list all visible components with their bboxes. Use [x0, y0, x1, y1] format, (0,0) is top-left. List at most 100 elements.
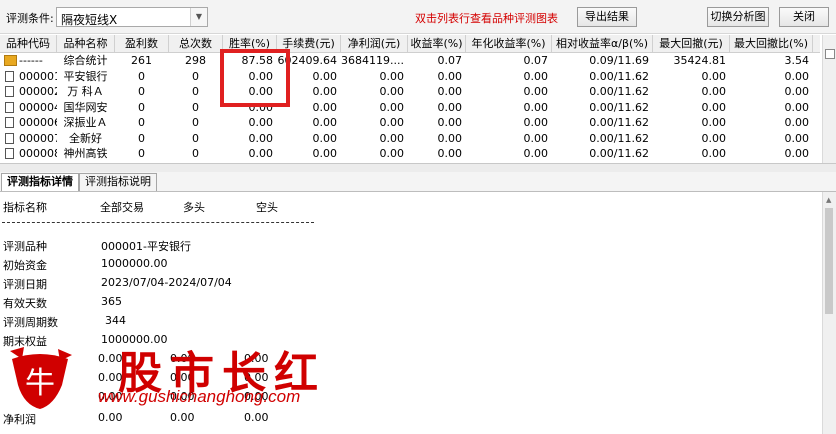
detail-value: 1000000.00 — [101, 257, 168, 270]
cell-relative-return: 0.00/11.62 — [589, 131, 649, 145]
header-return[interactable]: 收益率(%) — [408, 35, 466, 52]
table-row[interactable]: 000008 神州高铁 0 0 0.00 0.00 0.00 0.00 0.00… — [0, 146, 820, 162]
cell-return: 0.00 — [437, 147, 463, 160]
cell-name: 深振业Ａ — [63, 116, 108, 129]
cell-total: 0 — [192, 131, 199, 145]
cell-name: 万 科Ａ — [67, 85, 104, 98]
document-icon — [5, 86, 14, 97]
header-code[interactable]: 品种代码 — [0, 35, 57, 52]
cell-annual-return: 0.00 — [523, 147, 549, 160]
detail-label: 净利润 — [3, 413, 36, 426]
table-row[interactable]: 000002 万 科Ａ 0 0 0.00 0.00 0.00 0.00 0.00… — [0, 84, 820, 100]
cell-winrate: 0.00 — [248, 116, 274, 129]
header-wins[interactable]: 盈利数 — [115, 35, 169, 52]
table-scrollbar[interactable] — [822, 35, 836, 163]
close-button[interactable]: 关闭 — [779, 7, 829, 27]
cell-name: 综合统计 — [63, 54, 108, 67]
cell-profit: 0.00 — [379, 116, 405, 129]
cell-name: 国华网安 — [63, 100, 108, 114]
switch-chart-button[interactable]: 切换分析图 — [707, 7, 769, 27]
table-row[interactable]: 000001 平安银行 0 0 0.00 0.00 0.00 0.00 0.00… — [0, 69, 820, 85]
cell-code: 000004 — [19, 100, 57, 114]
detail-col-short: 空头 — [256, 201, 278, 214]
cell-total: 298 — [185, 54, 206, 67]
header-max-drawdown[interactable]: 最大回撤(元) — [653, 35, 730, 52]
header-profit[interactable]: 净利润(元) — [341, 35, 408, 52]
cell-winrate: 0.00 — [248, 147, 274, 160]
cell-return: 0.07 — [437, 54, 463, 67]
cell-max-drawdown-ratio: 3.54 — [784, 54, 810, 67]
cell-code: 000001 — [19, 69, 57, 83]
detail-value: 2023/07/04-2024/07/04 — [101, 276, 232, 289]
cell-return: 0.00 — [437, 100, 463, 114]
cell-profit: 0.00 — [379, 100, 405, 114]
cell-profit: 0.00 — [379, 131, 405, 145]
cell-winrate: 0.00 — [248, 131, 274, 145]
cell-wins: 0 — [138, 85, 145, 98]
header-max-drawdown-ratio[interactable]: 最大回撤比(%) — [730, 35, 813, 52]
cell-wins: 0 — [138, 116, 145, 129]
detail-col-indicator: 指标名称 — [3, 201, 47, 214]
header-annual-return[interactable]: 年化收益率(%) — [466, 35, 552, 52]
cell-wins: 0 — [138, 147, 145, 160]
cell-return: 0.00 — [437, 85, 463, 98]
cell-fee: 0.00 — [312, 147, 338, 160]
cell-total: 0 — [192, 100, 199, 114]
cell-relative-return: 0.00/11.62 — [589, 69, 649, 83]
cell-profit: 0.00 — [379, 69, 405, 83]
detail-value: 0.00 — [98, 411, 123, 424]
cell-code: 000006 — [19, 116, 57, 129]
cell-relative-return: 0.09/11.69 — [589, 54, 649, 67]
export-button[interactable]: 导出结果 — [577, 7, 637, 27]
table-row[interactable]: 000007 全新好 0 0 0.00 0.00 0.00 0.00 0.00 … — [0, 131, 820, 147]
table-row[interactable]: 000006 深振业Ａ 0 0 0.00 0.00 0.00 0.00 0.00… — [0, 115, 820, 131]
tab-indicator-details[interactable]: 评测指标详情 — [1, 173, 79, 191]
detail-value: 344 — [105, 314, 126, 327]
cell-code: 000008 — [19, 147, 57, 160]
table-row[interactable]: 000004 国华网安 0 0 0.00 0.00 0.00 0.00 0.00… — [0, 100, 820, 116]
cell-max-drawdown-ratio: 0.00 — [784, 100, 810, 114]
detail-tabs: 评测指标详情 评测指标说明 — [0, 172, 836, 192]
cell-max-drawdown: 35424.81 — [673, 54, 727, 67]
detail-label: 有效天数 — [3, 297, 47, 310]
cell-relative-return: 0.00/11.62 — [589, 116, 649, 129]
document-icon — [5, 70, 14, 82]
header-relative-return[interactable]: 相对收益率α/β(%) — [552, 35, 653, 52]
cell-profit: 0.00 — [379, 147, 405, 160]
condition-select[interactable]: 隔夜短线X ▼ — [56, 7, 208, 27]
detail-value: 0.00 — [244, 411, 269, 424]
detail-value: 0.00 — [170, 411, 195, 424]
detail-label: 评测日期 — [3, 278, 47, 291]
scroll-box-icon — [825, 49, 835, 59]
detail-col-long: 多头 — [183, 201, 205, 214]
scroll-up-icon[interactable]: ▲ — [826, 196, 831, 204]
document-icon — [5, 148, 14, 159]
cell-relative-return: 0.00/11.62 — [589, 85, 649, 98]
cell-max-drawdown: 0.00 — [701, 100, 727, 114]
detail-col-all-trades: 全部交易 — [100, 201, 144, 214]
summary-icon — [4, 55, 17, 66]
cell-code: 000002 — [19, 85, 57, 98]
detail-label: 评测周期数 — [3, 316, 58, 329]
cell-annual-return: 0.00 — [523, 100, 549, 114]
chevron-down-icon[interactable]: ▼ — [190, 8, 207, 26]
bull-logo-icon: 牛 — [10, 347, 72, 409]
header-name[interactable]: 品种名称 — [57, 35, 115, 52]
hint-text: 双击列表行查看品种评测图表 — [415, 12, 558, 25]
cell-max-drawdown: 0.00 — [701, 131, 727, 145]
results-table: 品种代码 品种名称 盈利数 总次数 胜率(%) 手续费(元) 净利润(元) 收益… — [0, 33, 820, 163]
cell-annual-return: 0.00 — [523, 69, 549, 83]
condition-label: 评测条件: — [6, 12, 54, 25]
scroll-thumb[interactable] — [825, 208, 833, 314]
table-row[interactable]: ------ 综合统计 261 298 87.58 602409.64 3684… — [0, 53, 820, 69]
header-total[interactable]: 总次数 — [169, 35, 223, 52]
winrate-highlight-box — [220, 49, 290, 107]
cell-total: 0 — [192, 69, 199, 83]
cell-annual-return: 0.00 — [523, 131, 549, 145]
cell-fee: 0.00 — [312, 131, 338, 145]
cell-max-drawdown-ratio: 0.00 — [784, 147, 810, 160]
logo-glyph: 牛 — [25, 366, 55, 401]
document-icon — [5, 101, 14, 113]
tab-indicator-description[interactable]: 评测指标说明 — [79, 173, 157, 191]
detail-scrollbar[interactable]: ▲ — [822, 192, 836, 434]
